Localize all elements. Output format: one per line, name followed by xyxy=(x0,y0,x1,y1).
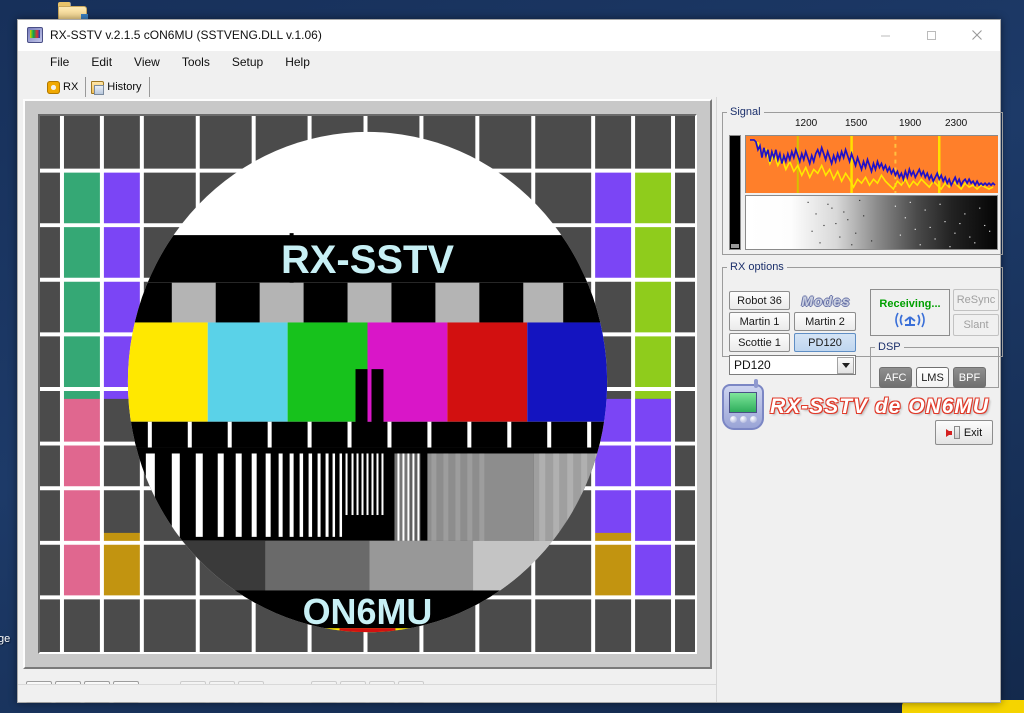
window-body: RX-SSTV ON6MU Signal 1200 1500 1900 2300… xyxy=(18,97,1003,703)
freq-tick-2300: 2300 xyxy=(945,118,968,129)
menu-bar: File Edit View Tools Setup Help xyxy=(18,51,1000,73)
minimize-icon xyxy=(880,35,890,36)
menu-item-edit[interactable]: Edit xyxy=(81,53,122,71)
slant-button[interactable]: Slant xyxy=(953,314,999,336)
controls-pane: Signal 1200 1500 1900 2300 RX options Ro… xyxy=(716,97,1003,702)
close-button[interactable] xyxy=(954,20,1000,50)
maximize-button[interactable] xyxy=(908,20,954,50)
rx-options-group: RX options Robot 36 Modes Martin 1 Marti… xyxy=(722,261,1003,388)
freq-tick-1500: 1500 xyxy=(845,118,868,129)
image-pane: RX-SSTV ON6MU xyxy=(18,97,716,703)
freq-tick-1900: 1900 xyxy=(899,118,922,129)
modes-logo: Modes xyxy=(801,292,851,309)
dsp-bpf-button[interactable]: BPF xyxy=(953,367,986,388)
status-strip xyxy=(18,684,716,702)
dsp-legend: DSP xyxy=(878,341,901,353)
tab-history[interactable]: History xyxy=(86,77,150,97)
tab-rx-label: RX xyxy=(63,81,79,93)
pda-device-icon xyxy=(722,379,764,430)
rx-options-legend: RX options xyxy=(730,261,784,273)
rx-sstv-window: RX-SSTV v.2.1.5 cON6MU (SSTVENG.DLL v.1.… xyxy=(17,19,1003,703)
image-viewport[interactable]: RX-SSTV ON6MU xyxy=(38,114,697,654)
device-buttons xyxy=(730,416,757,423)
signal-group-legend: Signal xyxy=(730,106,761,118)
menu-item-file[interactable]: File xyxy=(40,53,79,71)
testcard-callsign-text: ON6MU xyxy=(303,592,433,632)
testcard-title-text: RX-SSTV xyxy=(281,238,455,282)
device-antenna xyxy=(754,379,758,388)
mode-select-value: PD120 xyxy=(734,358,771,372)
desktop-icon-label: ge xyxy=(0,633,11,645)
device-screen xyxy=(729,392,757,413)
mode-button-robot36[interactable]: Robot 36 xyxy=(729,291,790,310)
receiving-status-panel: Receiving... xyxy=(870,289,950,336)
maximize-icon xyxy=(926,30,936,40)
exit-button[interactable]: Exit xyxy=(935,420,993,445)
mode-select-dropdown[interactable]: PD120 xyxy=(729,355,856,375)
folder-icon xyxy=(91,80,105,95)
freq-tick-1200: 1200 xyxy=(795,118,818,129)
signal-level-meter xyxy=(729,135,741,250)
exit-button-label: Exit xyxy=(963,426,983,439)
tab-strip: RX History xyxy=(18,73,1000,97)
mode-button-martin2[interactable]: Martin 2 xyxy=(794,312,856,331)
sstv-testcard-image: RX-SSTV ON6MU xyxy=(40,116,695,652)
signal-frequency-ticks: 1200 1500 1900 2300 xyxy=(745,118,998,134)
spectrum-display[interactable] xyxy=(745,135,998,193)
app-icon xyxy=(27,27,43,43)
waterfall-display[interactable] xyxy=(745,195,998,250)
brand-text: RX-SSTV de ON6MU xyxy=(770,395,990,418)
mode-button-martin1[interactable]: Martin 1 xyxy=(729,312,790,331)
title-bar: RX-SSTV v.2.1.5 cON6MU (SSTVENG.DLL v.1.… xyxy=(18,20,1000,51)
close-icon xyxy=(972,30,982,40)
menu-item-help[interactable]: Help xyxy=(275,53,320,71)
exit-door-arrow-icon xyxy=(945,426,960,439)
mode-button-pd120[interactable]: PD120 xyxy=(794,333,856,352)
mode-button-scottie1[interactable]: Scottie 1 xyxy=(729,333,790,352)
tab-history-label: History xyxy=(107,81,142,93)
resync-button[interactable]: ReSync xyxy=(953,289,999,311)
dsp-group: DSP AFC LMS BPF xyxy=(870,341,999,388)
antenna-broadcast-icon xyxy=(895,312,925,327)
brand-logo: RX-SSTV de ON6MU xyxy=(722,379,988,431)
image-frame: RX-SSTV ON6MU xyxy=(23,99,712,669)
menu-item-setup[interactable]: Setup xyxy=(222,53,273,71)
gear-icon xyxy=(47,80,60,94)
menu-item-view[interactable]: View xyxy=(124,53,170,71)
menu-item-tools[interactable]: Tools xyxy=(172,53,220,71)
minimize-button[interactable] xyxy=(862,20,908,50)
window-title: RX-SSTV v.2.1.5 cON6MU (SSTVENG.DLL v.1.… xyxy=(50,28,322,42)
tab-rx[interactable]: RX xyxy=(42,77,87,97)
status-text: Receiving... xyxy=(879,297,941,310)
signal-group: Signal 1200 1500 1900 2300 xyxy=(722,106,1003,255)
chevron-down-icon[interactable] xyxy=(837,356,854,374)
